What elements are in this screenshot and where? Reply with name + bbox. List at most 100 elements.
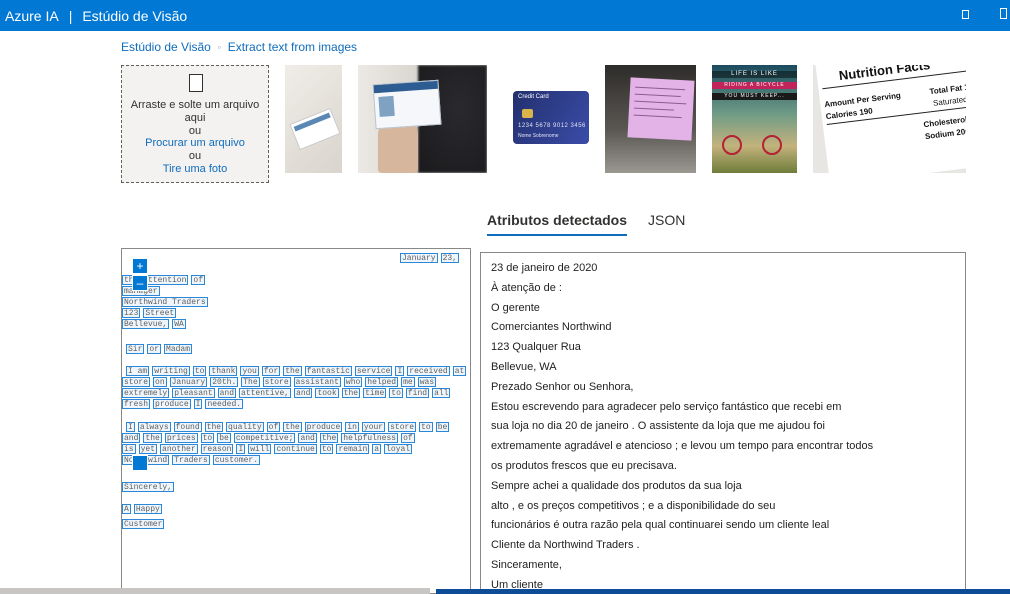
ocr-word-box[interactable]: Madam xyxy=(164,344,193,354)
studio-title[interactable]: Estúdio de Visão xyxy=(82,8,187,24)
ocr-word-box[interactable]: of xyxy=(191,275,206,285)
ocr-word-box[interactable]: customer. xyxy=(212,455,261,465)
ocr-word-box[interactable]: 20th. xyxy=(210,377,239,387)
page-scrollbar-track[interactable] xyxy=(0,588,430,594)
upload-dropzone[interactable]: Arraste e solte um arquivo aqui ou Procu… xyxy=(121,65,269,183)
ocr-word-box[interactable]: WA xyxy=(172,319,186,329)
ocr-word-box[interactable]: find xyxy=(405,388,430,398)
ocr-word-box[interactable]: and xyxy=(122,433,141,443)
ocr-word-box[interactable]: January xyxy=(169,377,208,387)
ocr-word-box[interactable]: assistant xyxy=(293,377,341,387)
ocr-word-box[interactable]: produce xyxy=(153,399,191,409)
tab-json[interactable]: JSON xyxy=(648,212,685,236)
ocr-word-box[interactable]: the xyxy=(143,433,162,443)
ocr-word-box[interactable]: prices xyxy=(164,433,198,443)
sample-sticky-note[interactable] xyxy=(605,65,696,173)
ocr-word-box[interactable]: Customer xyxy=(122,519,165,529)
ocr-word-box[interactable]: of xyxy=(401,433,415,443)
ocr-word-box[interactable]: the xyxy=(204,422,224,432)
ocr-word-box[interactable]: a xyxy=(372,444,382,454)
ocr-word-box[interactable]: Happy xyxy=(133,504,162,514)
ocr-word-box[interactable]: the xyxy=(283,366,302,376)
ocr-word-box[interactable]: found xyxy=(173,422,202,432)
page-scrollbar-thumb[interactable] xyxy=(436,589,1010,594)
image-preview[interactable]: January 23, the attention of manager Northwin… xyxy=(121,248,471,594)
ocr-word-box[interactable]: I xyxy=(126,422,135,432)
ocr-word-box[interactable]: 23, xyxy=(440,253,460,263)
ocr-word-box[interactable]: to xyxy=(389,388,403,398)
ocr-word-box[interactable]: always xyxy=(137,422,171,432)
ocr-word-box[interactable]: me xyxy=(401,377,415,387)
sample-bicycle-poster[interactable]: LIFE IS LIKE RIDING A BICYCLE YOU MUST K… xyxy=(712,65,797,173)
sample-credit-card[interactable]: Credit Card 1234 5678 9012 3456 Nome Sob… xyxy=(513,65,589,173)
ocr-word-box[interactable]: helped xyxy=(365,377,399,387)
ocr-word-box[interactable]: I xyxy=(395,366,405,376)
zoom-out-button[interactable]: – xyxy=(132,275,148,291)
zoom-reset-button[interactable] xyxy=(132,455,148,471)
ocr-word-box[interactable]: store xyxy=(388,422,417,432)
ocr-word-box[interactable]: to xyxy=(192,366,207,376)
ocr-word-box[interactable]: Bellevue, xyxy=(122,319,170,329)
zoom-in-button[interactable]: + xyxy=(132,258,148,274)
ocr-word-box[interactable]: will xyxy=(248,444,272,454)
ocr-word-box[interactable]: January xyxy=(400,253,438,263)
ocr-word-box[interactable]: to xyxy=(419,422,433,432)
ocr-word-box[interactable]: produce xyxy=(304,422,343,432)
ocr-word-box[interactable]: and xyxy=(298,433,317,443)
ocr-word-box[interactable]: competitive; xyxy=(233,433,296,443)
ocr-word-box[interactable]: all xyxy=(432,388,451,398)
ocr-word-box[interactable]: pleasant xyxy=(172,388,215,398)
ocr-word-box[interactable]: The xyxy=(241,377,260,387)
sample-id-card[interactable] xyxy=(358,65,487,173)
app-title[interactable]: Azure IA xyxy=(0,8,59,24)
ocr-word-box[interactable]: I am xyxy=(126,366,150,376)
ocr-word-box[interactable]: remain xyxy=(336,444,370,454)
ocr-word-box[interactable]: helpfulness xyxy=(341,433,399,443)
ocr-word-box[interactable]: of xyxy=(266,422,281,432)
ocr-word-box[interactable]: quality xyxy=(226,422,264,432)
ocr-word-box[interactable]: was xyxy=(417,377,437,387)
ocr-word-box[interactable]: at xyxy=(452,366,467,376)
ocr-word-box[interactable]: or xyxy=(147,344,162,354)
ocr-word-box[interactable]: attentive, xyxy=(239,388,292,398)
ocr-word-box[interactable]: be xyxy=(435,422,450,432)
browse-file-link[interactable]: Procurar um arquivo xyxy=(122,137,268,150)
ocr-word-box[interactable]: and xyxy=(294,388,313,398)
ocr-word-box[interactable]: I xyxy=(236,444,246,454)
ocr-word-box[interactable]: A xyxy=(122,504,131,514)
ocr-word-box[interactable]: to xyxy=(200,433,215,443)
ocr-word-box[interactable]: your xyxy=(361,422,386,432)
ocr-word-box[interactable]: took xyxy=(315,388,339,398)
ocr-word-box[interactable]: is xyxy=(122,444,136,454)
ocr-word-box[interactable]: service xyxy=(354,366,393,376)
window-maximize-icon[interactable] xyxy=(1000,8,1007,19)
ocr-word-box[interactable]: be xyxy=(217,433,231,443)
extracted-text-panel[interactable]: 23 de janeiro de 2020 À atenção de : O ger… xyxy=(480,252,966,594)
ocr-word-box[interactable]: 123 xyxy=(122,308,141,318)
ocr-word-box[interactable]: loyal xyxy=(384,444,413,454)
sample-social-security-card[interactable] xyxy=(285,65,342,173)
ocr-word-box[interactable]: on xyxy=(153,377,167,387)
ocr-word-box[interactable]: the xyxy=(319,433,339,443)
take-photo-link[interactable]: Tire uma foto xyxy=(122,163,268,176)
ocr-word-box[interactable]: writing xyxy=(152,366,190,376)
ocr-word-box[interactable]: Sir xyxy=(126,344,145,354)
ocr-word-box[interactable]: store xyxy=(262,377,291,387)
ocr-word-box[interactable]: for xyxy=(261,366,281,376)
ocr-word-box[interactable]: time xyxy=(363,388,387,398)
ocr-word-box[interactable]: store xyxy=(122,377,151,387)
ocr-word-box[interactable]: yet xyxy=(138,444,158,454)
ocr-word-box[interactable]: and xyxy=(217,388,237,398)
ocr-word-box[interactable]: Northwind Traders xyxy=(122,297,208,307)
ocr-word-box[interactable]: extremely xyxy=(122,388,170,398)
sample-nutrition-label[interactable]: Nutrition Facts Amount Per Serving Calor… xyxy=(813,65,966,173)
ocr-word-box[interactable]: who xyxy=(343,377,363,387)
ocr-word-box[interactable]: another xyxy=(160,444,198,454)
ocr-word-box[interactable]: the xyxy=(341,388,361,398)
breadcrumb-current[interactable]: Extract text from images xyxy=(228,40,357,54)
ocr-word-box[interactable]: fantastic xyxy=(304,366,352,376)
ocr-word-box[interactable]: fresh xyxy=(122,399,151,409)
ocr-word-box[interactable]: in xyxy=(345,422,359,432)
ocr-word-box[interactable]: continue xyxy=(274,444,317,454)
breadcrumb-home-link[interactable]: Estúdio de Visão xyxy=(121,40,211,54)
